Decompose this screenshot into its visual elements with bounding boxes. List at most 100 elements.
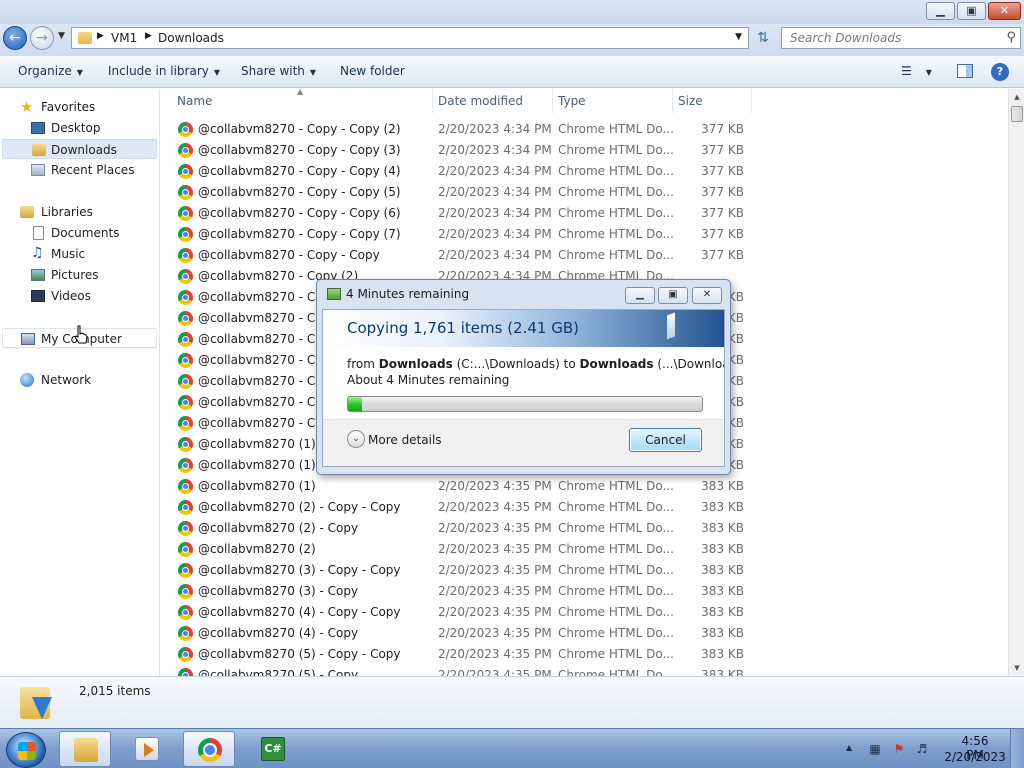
file-row[interactable]: @collabvm8270 (5) - Copy - Copy 2/20/2023… — [160, 644, 760, 665]
column-divider[interactable] — [672, 89, 673, 113]
copy-progress-dialog[interactable]: 4 Minutes remaining ▁ ▣ ✕ Copying 1,761 … — [316, 279, 731, 475]
column-header-name[interactable]: Name — [177, 94, 212, 108]
file-row[interactable]: @collabvm8270 (4) - Copy 2/20/2023 4:35 P… — [160, 623, 760, 644]
file-row[interactable]: @collabvm8270 (3) - Copy 2/20/2023 4:35 P… — [160, 581, 760, 602]
file-size: 377 KB — [701, 122, 744, 136]
breadcrumb-vm1[interactable]: VM1 — [111, 31, 137, 45]
sidebar-item-desktop[interactable]: Desktop — [0, 118, 157, 138]
taskbar-media-player[interactable] — [121, 731, 173, 767]
file-row[interactable]: @collabvm8270 (4) - Copy - Copy 2/20/2023… — [160, 602, 760, 623]
column-header-size[interactable]: Size — [678, 94, 703, 108]
more-details-button[interactable]: More details — [368, 433, 442, 447]
breadcrumb-separator-icon[interactable]: ▶ — [97, 31, 104, 41]
close-button[interactable]: ✕ — [988, 2, 1021, 20]
file-size: 377 KB — [701, 227, 744, 241]
address-dropdown-icon[interactable]: ▼ — [735, 32, 742, 42]
sidebar-item-favorites[interactable]: ★ Favorites — [0, 97, 157, 117]
destination-name[interactable]: Downloads — [580, 357, 654, 371]
dialog-close-button[interactable]: ✕ — [692, 287, 722, 304]
start-button[interactable] — [6, 732, 46, 768]
file-row[interactable]: @collabvm8270 (1) 2/20/2023 4:35 PM Chrome… — [160, 476, 760, 497]
search-input[interactable]: Search Downloads ⚲ — [781, 27, 1021, 49]
file-row[interactable]: @collabvm8270 (2) - Copy 2/20/2023 4:35 P… — [160, 518, 760, 539]
chevron-down-icon: ▼ — [925, 68, 932, 77]
recent-pages-dropdown-icon[interactable]: ▼ — [58, 31, 65, 41]
vertical-scrollbar[interactable]: ▲ ▼ — [1008, 89, 1024, 676]
file-date-modified: 2/20/2023 4:35 PM — [438, 479, 552, 493]
search-icon[interactable]: ⚲ — [1006, 30, 1016, 45]
scroll-down-icon[interactable]: ▼ — [1009, 660, 1024, 676]
file-row[interactable]: @collabvm8270 - Copy - Copy (3) 2/20/2023… — [160, 140, 760, 161]
file-row[interactable]: @collabvm8270 - Copy - Copy (4) 2/20/2023… — [160, 161, 760, 182]
breadcrumb-separator-icon[interactable]: ▶ — [145, 31, 152, 41]
taskbar-google-chrome[interactable] — [183, 731, 235, 767]
file-row[interactable]: @collabvm8270 - Copy - Copy (7) 2/20/2023… — [160, 224, 760, 245]
address-bar[interactable]: ▶ VM1 ▶ Downloads ▼ — [71, 27, 749, 49]
file-row[interactable]: @collabvm8270 - Copy - Copy (6) 2/20/2023… — [160, 203, 760, 224]
time-remaining: About 4 Minutes remaining — [347, 373, 510, 387]
sidebar-item-downloads[interactable]: Downloads — [2, 139, 157, 159]
sidebar-item-videos[interactable]: Videos — [0, 286, 157, 306]
column-header-date-modified[interactable]: Date modified — [438, 94, 523, 108]
sidebar-item-music[interactable]: ♫ Music — [0, 244, 157, 264]
column-header-type[interactable]: Type — [558, 94, 586, 108]
file-row[interactable]: @collabvm8270 - Copy - Copy 2/20/2023 4:3… — [160, 245, 760, 266]
sidebar-item-documents[interactable]: Documents — [0, 223, 157, 243]
refresh-icon[interactable]: ⇅ — [752, 27, 774, 49]
back-button[interactable]: ← — [3, 26, 27, 50]
chrome-file-icon — [178, 227, 193, 242]
file-row[interactable]: @collabvm8270 - Copy - Copy (5) 2/20/2023… — [160, 182, 760, 203]
file-name: @collabvm8270 - Copy - Copy (6) — [198, 206, 401, 220]
organize-button[interactable]: Organize ▼ — [18, 64, 83, 78]
help-icon[interactable]: ? — [991, 63, 1009, 81]
chrome-file-icon — [178, 353, 193, 368]
minimize-button[interactable]: ▁ — [926, 2, 955, 20]
share-with-button[interactable]: Share with ▼ — [241, 64, 316, 78]
clock-date[interactable]: 2/20/2023 — [944, 750, 1006, 764]
include-in-library-button[interactable]: Include in library ▼ — [108, 64, 220, 78]
file-row[interactable]: @collabvm8270 (2) 2/20/2023 4:35 PM Chrome… — [160, 539, 760, 560]
taskbar-csharp-ide[interactable]: C# — [247, 731, 299, 767]
view-options-icon[interactable]: ☰ ▼ — [901, 64, 932, 78]
command-toolbar: Organize ▼ Include in library ▼ Share with… — [0, 56, 1024, 88]
dialog-title: 4 Minutes remaining — [346, 287, 470, 301]
file-row[interactable]: @collabvm8270 - Copy - Copy (2) 2/20/2023… — [160, 119, 760, 140]
breadcrumb-downloads[interactable]: Downloads — [158, 31, 224, 45]
chrome-file-icon — [178, 584, 193, 599]
file-date-modified: 2/20/2023 4:35 PM — [438, 605, 552, 619]
scrollbar-thumb[interactable] — [1011, 106, 1023, 122]
dialog-minimize-button[interactable]: ▁ — [625, 287, 655, 304]
star-icon: ★ — [20, 98, 34, 116]
chrome-file-icon — [178, 206, 193, 221]
dialog-restore-button[interactable]: ▣ — [658, 287, 688, 304]
forward-button[interactable]: → — [30, 26, 54, 50]
file-type: Chrome HTML Do... — [558, 227, 674, 241]
show-desktop-button[interactable] — [1010, 729, 1024, 768]
cancel-button[interactable]: Cancel — [629, 428, 702, 452]
column-divider[interactable] — [751, 89, 752, 113]
action-center-flag-icon[interactable]: ⚑ — [892, 742, 906, 756]
expand-details-icon[interactable]: ⌄ — [347, 430, 365, 448]
sidebar-item-recent-places[interactable]: Recent Places — [0, 160, 157, 180]
taskbar-windows-explorer[interactable] — [59, 731, 111, 767]
source-name[interactable]: Downloads — [379, 357, 453, 371]
column-divider[interactable] — [552, 89, 553, 113]
new-folder-button[interactable]: New folder — [340, 64, 405, 78]
file-type: Chrome HTML Do... — [558, 185, 674, 199]
sidebar-item-libraries[interactable]: Libraries — [0, 202, 157, 222]
volume-icon[interactable]: ♬ — [915, 742, 929, 756]
scroll-up-icon[interactable]: ▲ — [1009, 89, 1024, 105]
file-type: Chrome HTML Do... — [558, 143, 674, 157]
show-hidden-icons-icon[interactable]: ▲ — [846, 743, 852, 752]
copy-animation-icon — [667, 312, 675, 340]
file-name: @collabvm8270 (5) - Copy - Copy — [198, 647, 401, 661]
sidebar-item-pictures[interactable]: Pictures — [0, 265, 157, 285]
network-tray-icon[interactable]: ▦ — [868, 742, 882, 756]
preview-pane-icon[interactable] — [957, 64, 973, 78]
file-row[interactable]: @collabvm8270 (2) - Copy - Copy 2/20/2023… — [160, 497, 760, 518]
column-divider[interactable] — [432, 89, 433, 113]
file-row[interactable]: @collabvm8270 (3) - Copy - Copy 2/20/2023… — [160, 560, 760, 581]
file-row[interactable]: @collabvm8270 (5) - Copy 2/20/2023 4:35 P… — [160, 665, 760, 676]
maximize-button[interactable]: ▣ — [957, 2, 986, 20]
sidebar-item-network[interactable]: Network — [0, 370, 157, 390]
